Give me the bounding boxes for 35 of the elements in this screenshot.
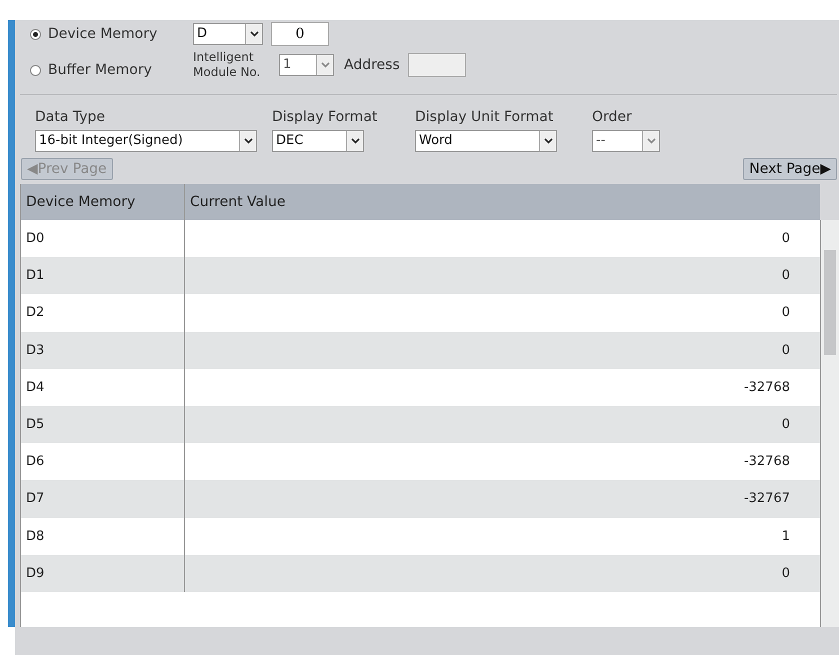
column-header: Current Value	[189, 193, 286, 212]
next-page-button[interactable]: Next Page▶	[743, 158, 837, 180]
table-cell-text: -32768	[742, 378, 791, 397]
chevron-down-icon	[244, 138, 252, 144]
setting-dropdown[interactable]: DEC	[272, 130, 364, 152]
table-cell: D9	[21, 554, 185, 592]
table-cell-text: 0	[780, 230, 791, 248]
table-cell-text: -32767	[742, 490, 791, 508]
setting-label: Data Type	[35, 109, 106, 125]
chevron-down-icon	[250, 31, 258, 37]
chevron-down-icon	[350, 138, 360, 144]
device-dropdown[interactable]: D	[193, 23, 263, 45]
chevron-down-icon	[646, 138, 656, 144]
chevron-down-icon	[320, 62, 330, 68]
setting-label: Order	[592, 109, 633, 125]
table-cell-text: 0	[780, 342, 791, 360]
radio-label[interactable]: Device Memory	[48, 26, 158, 42]
table-cell-text: 0	[780, 267, 791, 286]
table-cell-text: -32768	[742, 453, 791, 472]
address-label: Address	[344, 57, 400, 73]
table-cell-text: 0	[780, 304, 791, 322]
module-label: Intelligent Module No.	[193, 50, 262, 80]
device-number-field[interactable]: 0	[271, 22, 329, 46]
setting-dropdown[interactable]: 16-bit Integer(Signed)	[35, 130, 257, 152]
chevron-down-icon	[544, 138, 552, 144]
scrollbar[interactable]	[820, 220, 839, 627]
setting-label: Display Format	[272, 109, 378, 125]
setting-dropdown[interactable]: Word	[415, 130, 557, 152]
table-cell-text: 0	[780, 564, 791, 583]
radio-label[interactable]: Buffer Memory	[48, 62, 152, 78]
table-cell-text: 0	[780, 416, 791, 434]
radio-button[interactable]	[30, 64, 41, 76]
setting-label: Display Unit Format	[415, 109, 554, 125]
radio-button[interactable]	[30, 28, 41, 40]
table-cell-text: 1	[780, 528, 791, 546]
